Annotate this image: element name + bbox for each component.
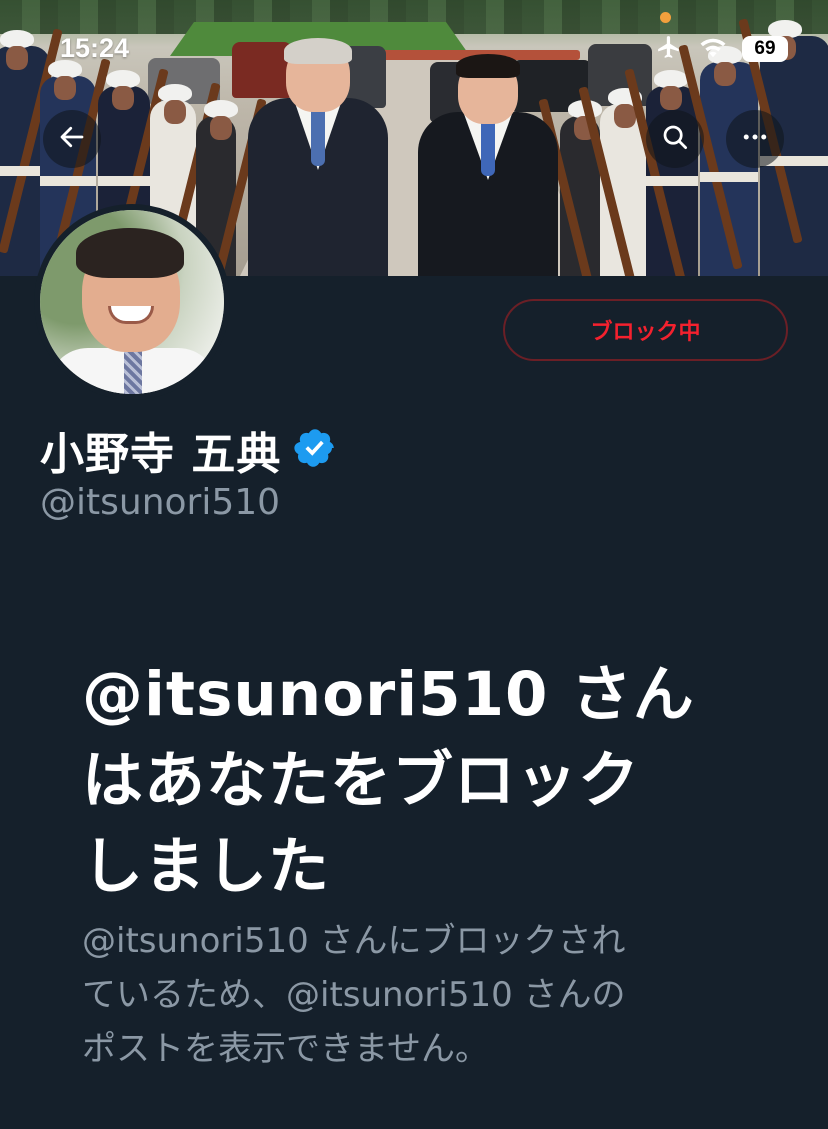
- avatar[interactable]: [34, 204, 230, 400]
- blocked-title-line: @itsunori510 さん: [82, 659, 695, 730]
- verified-badge-icon: [293, 426, 337, 474]
- profile-handle: @itsunori510: [40, 482, 281, 523]
- more-horizontal-icon: [740, 122, 770, 156]
- search-button[interactable]: [646, 110, 704, 168]
- profile-name-row: 小野寺 五典: [40, 418, 337, 482]
- blocked-description-line: @itsunori510 さんにブロックされ: [82, 921, 626, 961]
- blocked-title: @itsunori510 さん はあなたをブロック しました: [82, 652, 762, 910]
- arrow-left-icon: [57, 122, 87, 156]
- profile-screen: 15:24 69 ブロック中 小野寺 五典 @itsunori510 @itsu…: [0, 0, 828, 1129]
- blocked-title-line: はあなたをブロック: [82, 745, 641, 816]
- blocked-button[interactable]: ブロック中: [503, 299, 788, 361]
- status-icons: 69: [654, 34, 788, 64]
- display-name: 小野寺 五典: [40, 429, 282, 480]
- blocked-title-line: しました: [82, 831, 331, 902]
- status-time: 15:24: [60, 33, 130, 63]
- blocked-description: @itsunori510 さんにブロックされ ているため、@itsunori51…: [82, 914, 742, 1076]
- more-button[interactable]: [726, 110, 784, 168]
- battery-icon: 69: [742, 36, 788, 62]
- blocked-description-line: ポストを表示できません。: [82, 1029, 489, 1069]
- back-button[interactable]: [43, 110, 101, 168]
- blocked-description-line: ているため、@itsunori510 さんの: [82, 975, 626, 1015]
- privacy-indicator-dot: [660, 12, 671, 23]
- search-icon: [660, 122, 690, 156]
- airplane-icon: [654, 34, 684, 64]
- wifi-icon: [698, 35, 728, 63]
